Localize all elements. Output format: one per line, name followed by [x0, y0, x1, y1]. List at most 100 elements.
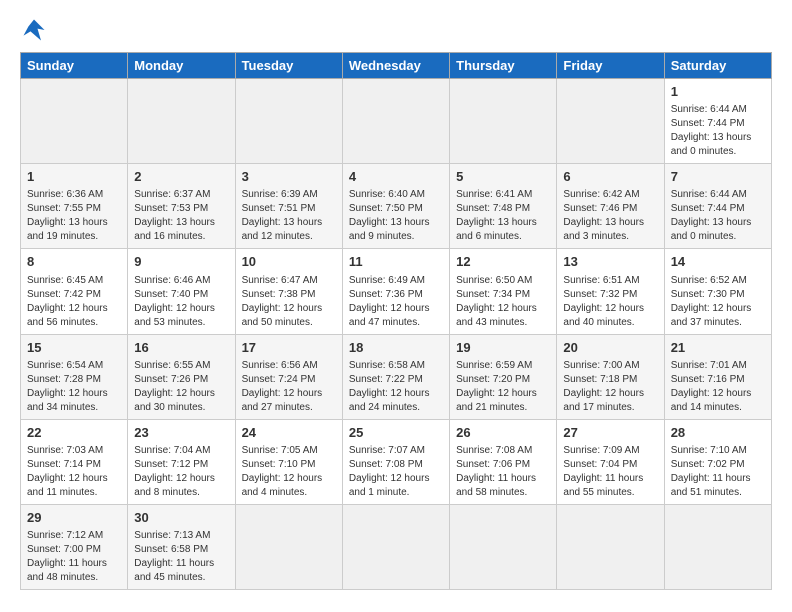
calendar-cell: 16Sunrise: 6:55 AMSunset: 7:26 PMDayligh… [128, 334, 235, 419]
calendar-cell: 24Sunrise: 7:05 AMSunset: 7:10 PMDayligh… [235, 419, 342, 504]
calendar-table: SundayMondayTuesdayWednesdayThursdayFrid… [20, 52, 772, 590]
day-number: 25 [349, 424, 443, 442]
calendar-cell [450, 504, 557, 589]
cell-content: 24Sunrise: 7:05 AMSunset: 7:10 PMDayligh… [242, 424, 336, 500]
calendar-cell: 2Sunrise: 6:37 AMSunset: 7:53 PMDaylight… [128, 164, 235, 249]
calendar-cell [557, 79, 664, 164]
day-info: Sunrise: 7:09 AMSunset: 7:04 PMDaylight:… [563, 444, 657, 500]
day-number: 21 [671, 339, 765, 357]
day-number: 24 [242, 424, 336, 442]
page: SundayMondayTuesdayWednesdayThursdayFrid… [0, 0, 792, 600]
day-number: 3 [242, 168, 336, 186]
day-number: 1 [27, 168, 121, 186]
day-info: Sunrise: 6:58 AMSunset: 7:22 PMDaylight:… [349, 359, 443, 415]
calendar-cell [664, 504, 771, 589]
cell-content: 14Sunrise: 6:52 AMSunset: 7:30 PMDayligh… [671, 253, 765, 329]
cell-content: 30Sunrise: 7:13 AMSunset: 6:58 PMDayligh… [134, 509, 228, 585]
day-info: Sunrise: 7:13 AMSunset: 6:58 PMDaylight:… [134, 529, 228, 585]
day-number: 28 [671, 424, 765, 442]
day-info: Sunrise: 6:55 AMSunset: 7:26 PMDaylight:… [134, 359, 228, 415]
calendar-cell: 13Sunrise: 6:51 AMSunset: 7:32 PMDayligh… [557, 249, 664, 334]
cell-content: 15Sunrise: 6:54 AMSunset: 7:28 PMDayligh… [27, 339, 121, 415]
day-number: 10 [242, 253, 336, 271]
calendar-cell: 11 Sunrise: 6:49 AMSunset: 7:36 PMDayligh… [342, 249, 449, 334]
calendar-cell: 23Sunrise: 7:04 AMSunset: 7:12 PMDayligh… [128, 419, 235, 504]
day-info: Sunrise: 6:59 AMSunset: 7:20 PMDaylight:… [456, 359, 550, 415]
calendar-cell: 5 Sunrise: 6:41 AMSunset: 7:48 PMDaylight… [450, 164, 557, 249]
cell-content: 11 Sunrise: 6:49 AMSunset: 7:36 PMDayligh… [349, 253, 443, 329]
day-info: Sunrise: 6:56 AMSunset: 7:24 PMDaylight:… [242, 359, 336, 415]
cell-content: 4 Sunrise: 6:40 AMSunset: 7:50 PMDaylight… [349, 168, 443, 244]
day-info: Sunrise: 6:44 AMSunset: 7:44 PMDaylight:… [671, 188, 765, 244]
day-info: Sunrise: 7:03 AMSunset: 7:14 PMDaylight:… [27, 444, 121, 500]
day-info: Sunrise: 7:07 AMSunset: 7:08 PMDaylight:… [349, 444, 443, 500]
day-number: 20 [563, 339, 657, 357]
calendar-cell: 3 Sunrise: 6:39 AMSunset: 7:51 PMDaylight… [235, 164, 342, 249]
cell-content: 22 Sunrise: 7:03 AMSunset: 7:14 PMDayligh… [27, 424, 121, 500]
calendar-cell [557, 504, 664, 589]
cell-content: 17 Sunrise: 6:56 AMSunset: 7:24 PMDayligh… [242, 339, 336, 415]
week-row-4: 22 Sunrise: 7:03 AMSunset: 7:14 PMDayligh… [21, 419, 772, 504]
day-number: 11 [349, 253, 443, 271]
day-number: 13 [563, 253, 657, 271]
day-info: Sunrise: 7:04 AMSunset: 7:12 PMDaylight:… [134, 444, 228, 500]
cell-content: 7 Sunrise: 6:44 AMSunset: 7:44 PMDaylight… [671, 168, 765, 244]
day-number: 4 [349, 168, 443, 186]
cell-content: 21Sunrise: 7:01 AMSunset: 7:16 PMDayligh… [671, 339, 765, 415]
cell-content: 25 Sunrise: 7:07 AMSunset: 7:08 PMDayligh… [349, 424, 443, 500]
calendar-cell: 1Sunrise: 6:36 AMSunset: 7:55 PMDaylight… [21, 164, 128, 249]
calendar-cell: 8 Sunrise: 6:45 AMSunset: 7:42 PMDaylight… [21, 249, 128, 334]
calendar-cell [21, 79, 128, 164]
calendar-cell: 25 Sunrise: 7:07 AMSunset: 7:08 PMDayligh… [342, 419, 449, 504]
day-number: 8 [27, 253, 121, 271]
day-number: 19 [456, 339, 550, 357]
col-header-tuesday: Tuesday [235, 53, 342, 79]
week-row-2: 8 Sunrise: 6:45 AMSunset: 7:42 PMDaylight… [21, 249, 772, 334]
day-info: Sunrise: 6:54 AMSunset: 7:28 PMDaylight:… [27, 359, 121, 415]
calendar-cell: 1Sunrise: 6:44 AMSunset: 7:44 PMDaylight… [664, 79, 771, 164]
day-number: 27 [563, 424, 657, 442]
week-row-5: 29Sunrise: 7:12 AMSunset: 7:00 PMDayligh… [21, 504, 772, 589]
cell-content: 13Sunrise: 6:51 AMSunset: 7:32 PMDayligh… [563, 253, 657, 329]
col-header-thursday: Thursday [450, 53, 557, 79]
day-info: Sunrise: 6:39 AMSunset: 7:51 PMDaylight:… [242, 188, 336, 244]
day-info: Sunrise: 6:41 AMSunset: 7:48 PMDaylight:… [456, 188, 550, 244]
calendar-cell [342, 79, 449, 164]
calendar-cell: 22 Sunrise: 7:03 AMSunset: 7:14 PMDayligh… [21, 419, 128, 504]
col-header-monday: Monday [128, 53, 235, 79]
day-info: Sunrise: 6:42 AMSunset: 7:46 PMDaylight:… [563, 188, 657, 244]
cell-content: 8 Sunrise: 6:45 AMSunset: 7:42 PMDaylight… [27, 253, 121, 329]
day-info: Sunrise: 6:49 AMSunset: 7:36 PMDaylight:… [349, 274, 443, 330]
cell-content: 12Sunrise: 6:50 AMSunset: 7:34 PMDayligh… [456, 253, 550, 329]
calendar-cell [235, 504, 342, 589]
calendar-cell: 6 Sunrise: 6:42 AMSunset: 7:46 PMDaylight… [557, 164, 664, 249]
day-number: 12 [456, 253, 550, 271]
day-info: Sunrise: 6:47 AMSunset: 7:38 PMDaylight:… [242, 274, 336, 330]
cell-content: 28Sunrise: 7:10 AMSunset: 7:02 PMDayligh… [671, 424, 765, 500]
week-row-1: 1Sunrise: 6:36 AMSunset: 7:55 PMDaylight… [21, 164, 772, 249]
day-info: Sunrise: 6:45 AMSunset: 7:42 PMDaylight:… [27, 274, 121, 330]
calendar-cell: 28Sunrise: 7:10 AMSunset: 7:02 PMDayligh… [664, 419, 771, 504]
day-number: 5 [456, 168, 550, 186]
calendar-cell: 29Sunrise: 7:12 AMSunset: 7:00 PMDayligh… [21, 504, 128, 589]
col-header-wednesday: Wednesday [342, 53, 449, 79]
day-number: 22 [27, 424, 121, 442]
header [20, 16, 772, 44]
calendar-cell [235, 79, 342, 164]
calendar-cell: 21Sunrise: 7:01 AMSunset: 7:16 PMDayligh… [664, 334, 771, 419]
day-number: 17 [242, 339, 336, 357]
cell-content: 2Sunrise: 6:37 AMSunset: 7:53 PMDaylight… [134, 168, 228, 244]
calendar-cell: 27 Sunrise: 7:09 AMSunset: 7:04 PMDayligh… [557, 419, 664, 504]
cell-content: 19 Sunrise: 6:59 AMSunset: 7:20 PMDayligh… [456, 339, 550, 415]
cell-content: 6 Sunrise: 6:42 AMSunset: 7:46 PMDaylight… [563, 168, 657, 244]
day-number: 7 [671, 168, 765, 186]
calendar-cell [342, 504, 449, 589]
day-info: Sunrise: 6:40 AMSunset: 7:50 PMDaylight:… [349, 188, 443, 244]
calendar-cell: 20Sunrise: 7:00 AMSunset: 7:18 PMDayligh… [557, 334, 664, 419]
day-number: 6 [563, 168, 657, 186]
col-header-saturday: Saturday [664, 53, 771, 79]
calendar-cell [128, 79, 235, 164]
calendar-cell: 18Sunrise: 6:58 AMSunset: 7:22 PMDayligh… [342, 334, 449, 419]
calendar-cell: 15Sunrise: 6:54 AMSunset: 7:28 PMDayligh… [21, 334, 128, 419]
day-info: Sunrise: 6:46 AMSunset: 7:40 PMDaylight:… [134, 274, 228, 330]
